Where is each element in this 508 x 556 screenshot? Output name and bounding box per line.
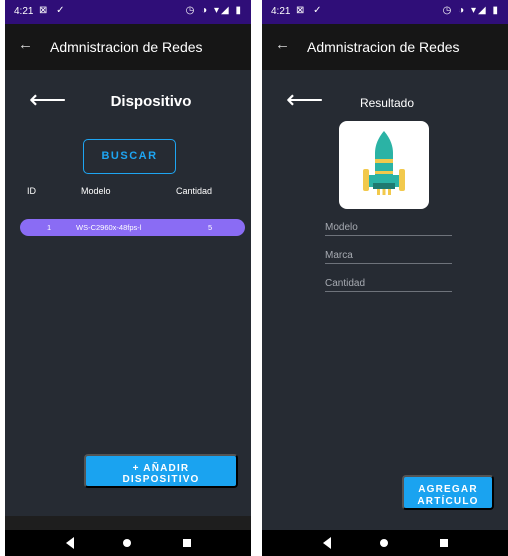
notification-icons: ⊠ ✓ bbox=[39, 5, 68, 16]
nav-recents-icon[interactable] bbox=[183, 539, 191, 547]
system-status-icons: ◷ ◑ ▾◢ ▮ bbox=[185, 5, 243, 16]
add-item-button[interactable]: AGREGAR ARTÍCULO bbox=[402, 475, 494, 510]
nav-home-icon[interactable] bbox=[380, 539, 388, 547]
page-title: Dispositivo bbox=[110, 93, 192, 110]
status-time: 4:21 bbox=[14, 6, 34, 17]
add-item-label-line2: ARTÍCULO bbox=[417, 495, 479, 507]
column-header-modelo: Modelo bbox=[81, 186, 111, 196]
column-header-id: ID bbox=[27, 186, 36, 196]
row-modelo: WS-C2960x-48fps-l bbox=[76, 223, 142, 232]
column-header-cantidad: Cantidad bbox=[176, 186, 213, 196]
cantidad-field[interactable]: Cantidad bbox=[325, 278, 452, 292]
status-bar: 4:21 ⊠ ✓ ◷ ◑ ▾◢ ▮ bbox=[5, 0, 251, 24]
system-nav-bar bbox=[262, 530, 508, 556]
device-screen-left: 4:21 ⊠ ✓ ◷ ◑ ▾◢ ▮ ← Admnistracion de Red… bbox=[5, 0, 251, 556]
app-bar: ← Admnistracion de Redes bbox=[5, 24, 251, 70]
add-item-label-line1: AGREGAR bbox=[418, 483, 478, 495]
page-title: Resultado bbox=[359, 96, 415, 110]
nav-back-icon[interactable] bbox=[66, 537, 74, 549]
appbar-back-icon[interactable]: ← bbox=[18, 36, 33, 53]
nav-home-icon[interactable] bbox=[123, 539, 131, 547]
row-id: 1 bbox=[47, 223, 52, 232]
cantidad-placeholder: Cantidad bbox=[325, 278, 366, 289]
status-bar: 4:21 ⊠ ✓ ◷ ◑ ▾◢ ▮ bbox=[262, 0, 508, 24]
marca-field[interactable]: Marca bbox=[325, 250, 452, 264]
add-device-button[interactable]: + AÑADIR DISPOSITIVO bbox=[84, 454, 238, 488]
nav-recents-icon[interactable] bbox=[440, 539, 448, 547]
appbar-back-icon[interactable]: ← bbox=[275, 36, 290, 53]
app-title: Admnistracion de Redes bbox=[307, 39, 460, 55]
rocket-icon bbox=[363, 131, 405, 195]
status-time: 4:21 bbox=[271, 6, 291, 17]
bottom-strip bbox=[5, 516, 251, 530]
nav-back-icon[interactable] bbox=[323, 537, 331, 549]
system-nav-bar bbox=[5, 530, 251, 556]
modelo-placeholder: Modelo bbox=[325, 222, 358, 233]
app-bar: ← Admnistracion de Redes bbox=[262, 24, 508, 70]
search-button[interactable]: BUSCAR bbox=[83, 139, 176, 174]
row-cantidad: 5 bbox=[208, 223, 213, 232]
table-row[interactable]: 1 WS-C2960x-48fps-l 5 bbox=[20, 219, 245, 236]
device-screen-right: 4:21 ⊠ ✓ ◷ ◑ ▾◢ ▮ ← Admnistracion de Red… bbox=[262, 0, 508, 556]
marca-placeholder: Marca bbox=[325, 250, 353, 261]
modelo-field[interactable]: Modelo bbox=[325, 222, 452, 236]
add-device-label-line1: + AÑADIR bbox=[132, 462, 190, 474]
app-title: Admnistracion de Redes bbox=[50, 39, 203, 55]
add-device-label-line2: DISPOSITIVO bbox=[122, 473, 200, 485]
system-status-icons: ◷ ◑ ▾◢ ▮ bbox=[442, 5, 500, 16]
result-image bbox=[339, 121, 429, 209]
notification-icons: ⊠ ✓ bbox=[296, 5, 325, 16]
